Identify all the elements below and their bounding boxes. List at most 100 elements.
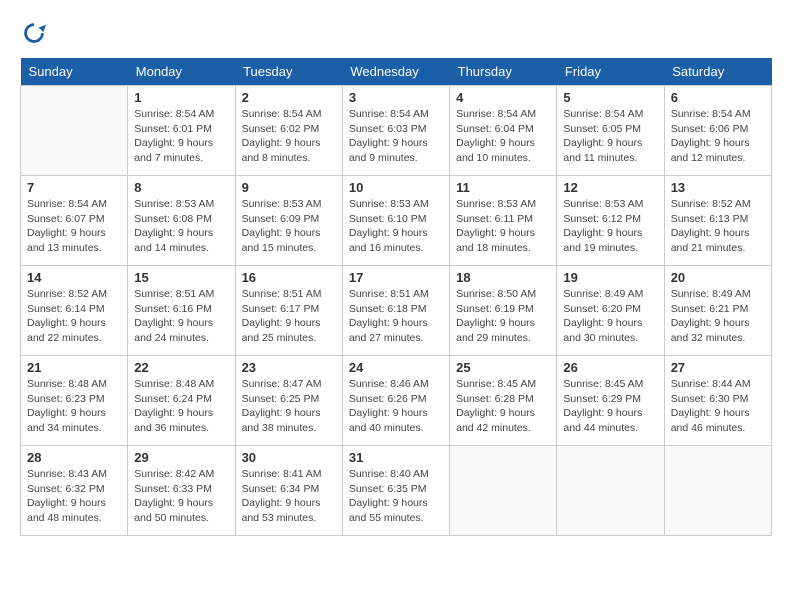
day-of-week-header: Wednesday [342,58,449,86]
day-number: 22 [134,360,228,375]
day-of-week-header: Sunday [21,58,128,86]
calendar-cell: 30Sunrise: 8:41 AM Sunset: 6:34 PM Dayli… [235,446,342,536]
calendar-week-row: 14 Sunrise: 8:52 AM Sunset: 6:14 PM Dayli… [21,266,772,356]
calendar-cell: 1Sunrise: 8:54 AM Sunset: 6:01 PM Daylig… [128,86,235,176]
day-info: Sunrise: 8:53 AM Sunset: 6:10 PM Dayligh… [349,197,443,256]
day-number: 4 [456,90,550,105]
day-number: 25 [456,360,550,375]
calendar-cell: 27 Sunrise: 8:44 AM Sunset: 6:30 PM Dayli… [664,356,771,446]
calendar-table: SundayMondayTuesdayWednesdayThursdayFrid… [20,58,772,536]
calendar-cell: 7 Sunrise: 8:54 AM Sunset: 6:07 PM Daylig… [21,176,128,266]
day-number: 8 [134,180,228,195]
day-number: 7 [27,180,121,195]
calendar-cell: 29 Sunrise: 8:42 AM Sunset: 6:33 PM Dayli… [128,446,235,536]
day-info: Sunrise: 8:53 AM Sunset: 6:12 PM Dayligh… [563,197,657,256]
day-of-week-header: Saturday [664,58,771,86]
day-info: Sunrise: 8:54 AM Sunset: 6:05 PM Dayligh… [563,107,657,166]
day-number: 1 [134,90,228,105]
day-number: 12 [563,180,657,195]
day-info: Sunrise: 8:40 AM Sunset: 6:35 PM Dayligh… [349,467,443,526]
calendar-header-row: SundayMondayTuesdayWednesdayThursdayFrid… [21,58,772,86]
day-of-week-header: Thursday [450,58,557,86]
calendar-cell: 25 Sunrise: 8:45 AM Sunset: 6:28 PM Dayli… [450,356,557,446]
day-number: 29 [134,450,228,465]
day-info: Sunrise: 8:41 AM Sunset: 6:34 PM Dayligh… [242,467,336,526]
day-info: Sunrise: 8:54 AM Sunset: 6:02 PM Dayligh… [242,107,336,166]
day-number: 20 [671,270,765,285]
day-info: Sunrise: 8:53 AM Sunset: 6:08 PM Dayligh… [134,197,228,256]
calendar-cell: 5 Sunrise: 8:54 AM Sunset: 6:05 PM Daylig… [557,86,664,176]
day-number: 11 [456,180,550,195]
calendar-cell: 14 Sunrise: 8:52 AM Sunset: 6:14 PM Dayli… [21,266,128,356]
day-info: Sunrise: 8:44 AM Sunset: 6:30 PM Dayligh… [671,377,765,436]
day-number: 15 [134,270,228,285]
calendar-cell [450,446,557,536]
day-number: 16 [242,270,336,285]
logo-icon [20,20,48,48]
calendar-cell: 13 Sunrise: 8:52 AM Sunset: 6:13 PM Dayli… [664,176,771,266]
day-number: 27 [671,360,765,375]
calendar-cell: 17 Sunrise: 8:51 AM Sunset: 6:18 PM Dayli… [342,266,449,356]
day-info: Sunrise: 8:52 AM Sunset: 6:13 PM Dayligh… [671,197,765,256]
day-info: Sunrise: 8:45 AM Sunset: 6:29 PM Dayligh… [563,377,657,436]
calendar-cell: 26 Sunrise: 8:45 AM Sunset: 6:29 PM Dayli… [557,356,664,446]
day-number: 17 [349,270,443,285]
logo [20,20,52,48]
calendar-week-row: 28 Sunrise: 8:43 AM Sunset: 6:32 PM Dayli… [21,446,772,536]
calendar-week-row: 21 Sunrise: 8:48 AM Sunset: 6:23 PM Dayli… [21,356,772,446]
calendar-cell: 6 Sunrise: 8:54 AM Sunset: 6:06 PM Daylig… [664,86,771,176]
day-info: Sunrise: 8:49 AM Sunset: 6:21 PM Dayligh… [671,287,765,346]
day-number: 14 [27,270,121,285]
day-number: 6 [671,90,765,105]
day-number: 3 [349,90,443,105]
day-number: 5 [563,90,657,105]
day-number: 9 [242,180,336,195]
day-info: Sunrise: 8:46 AM Sunset: 6:26 PM Dayligh… [349,377,443,436]
calendar-cell: 2 Sunrise: 8:54 AM Sunset: 6:02 PM Daylig… [235,86,342,176]
day-info: Sunrise: 8:47 AM Sunset: 6:25 PM Dayligh… [242,377,336,436]
calendar-cell: 20 Sunrise: 8:49 AM Sunset: 6:21 PM Dayli… [664,266,771,356]
calendar-cell: 15 Sunrise: 8:51 AM Sunset: 6:16 PM Dayli… [128,266,235,356]
day-info: Sunrise: 8:53 AM Sunset: 6:11 PM Dayligh… [456,197,550,256]
day-info: Sunrise: 8:53 AM Sunset: 6:09 PM Dayligh… [242,197,336,256]
day-info: Sunrise: 8:54 AM Sunset: 6:06 PM Dayligh… [671,107,765,166]
day-number: 28 [27,450,121,465]
day-number: 10 [349,180,443,195]
calendar-cell: 9 Sunrise: 8:53 AM Sunset: 6:09 PM Daylig… [235,176,342,266]
calendar-cell [664,446,771,536]
day-info: Sunrise: 8:51 AM Sunset: 6:18 PM Dayligh… [349,287,443,346]
day-number: 31 [349,450,443,465]
calendar-cell: 16 Sunrise: 8:51 AM Sunset: 6:17 PM Dayli… [235,266,342,356]
calendar-cell: 18Sunrise: 8:50 AM Sunset: 6:19 PM Dayli… [450,266,557,356]
day-info: Sunrise: 8:54 AM Sunset: 6:03 PM Dayligh… [349,107,443,166]
calendar-cell: 21 Sunrise: 8:48 AM Sunset: 6:23 PM Dayli… [21,356,128,446]
calendar-cell: 31 Sunrise: 8:40 AM Sunset: 6:35 PM Dayli… [342,446,449,536]
day-of-week-header: Tuesday [235,58,342,86]
calendar-week-row: 7 Sunrise: 8:54 AM Sunset: 6:07 PM Daylig… [21,176,772,266]
day-info: Sunrise: 8:42 AM Sunset: 6:33 PM Dayligh… [134,467,228,526]
calendar-cell [557,446,664,536]
day-info: Sunrise: 8:50 AM Sunset: 6:19 PM Dayligh… [456,287,550,346]
day-info: Sunrise: 8:51 AM Sunset: 6:17 PM Dayligh… [242,287,336,346]
day-info: Sunrise: 8:45 AM Sunset: 6:28 PM Dayligh… [456,377,550,436]
calendar-cell [21,86,128,176]
day-number: 13 [671,180,765,195]
day-info: Sunrise: 8:51 AM Sunset: 6:16 PM Dayligh… [134,287,228,346]
day-number: 24 [349,360,443,375]
day-info: Sunrise: 8:54 AM Sunset: 6:07 PM Dayligh… [27,197,121,256]
day-number: 19 [563,270,657,285]
day-info: Sunrise: 8:52 AM Sunset: 6:14 PM Dayligh… [27,287,121,346]
calendar-cell: 11 Sunrise: 8:53 AM Sunset: 6:11 PM Dayli… [450,176,557,266]
day-number: 21 [27,360,121,375]
day-info: Sunrise: 8:48 AM Sunset: 6:23 PM Dayligh… [27,377,121,436]
calendar-cell: 23 Sunrise: 8:47 AM Sunset: 6:25 PM Dayli… [235,356,342,446]
day-info: Sunrise: 8:48 AM Sunset: 6:24 PM Dayligh… [134,377,228,436]
day-info: Sunrise: 8:54 AM Sunset: 6:04 PM Dayligh… [456,107,550,166]
day-number: 23 [242,360,336,375]
day-number: 26 [563,360,657,375]
calendar-cell: 28 Sunrise: 8:43 AM Sunset: 6:32 PM Dayli… [21,446,128,536]
day-number: 2 [242,90,336,105]
calendar-cell: 19Sunrise: 8:49 AM Sunset: 6:20 PM Dayli… [557,266,664,356]
calendar-cell: 22 Sunrise: 8:48 AM Sunset: 6:24 PM Dayli… [128,356,235,446]
day-info: Sunrise: 8:43 AM Sunset: 6:32 PM Dayligh… [27,467,121,526]
